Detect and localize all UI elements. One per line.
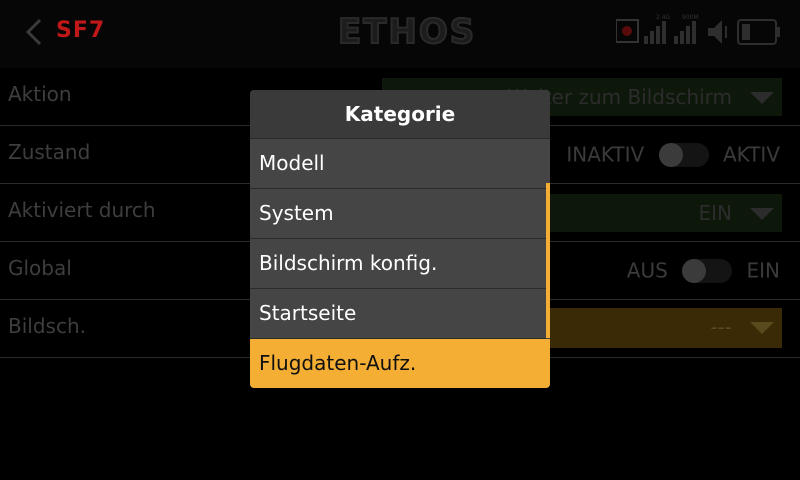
back-arrow-icon[interactable]	[20, 12, 50, 52]
dropdown-value: ---	[710, 315, 732, 339]
page-title: SF7	[56, 18, 106, 43]
toggle-switch[interactable]	[682, 258, 733, 283]
row-label: Aktiviert durch	[8, 198, 156, 222]
category-item-flugdaten[interactable]: Flugdaten-Aufz.	[250, 339, 550, 388]
battery-icon	[737, 19, 780, 45]
volume-icon	[708, 20, 727, 44]
category-popup: Kategorie Modell System Bildschirm konfi…	[250, 90, 550, 388]
category-item-modell[interactable]: Modell	[250, 139, 546, 189]
row-label: Zustand	[8, 140, 91, 164]
toggle-off-label: INAKTIV	[566, 142, 645, 167]
rssi-900m-icon: 900M	[674, 14, 699, 44]
dropdown-value: EIN	[698, 201, 733, 225]
toggle-switch[interactable]	[658, 142, 709, 167]
record-icon	[616, 19, 639, 43]
zustand-toggle[interactable]: INAKTIV AKTIV	[566, 141, 780, 167]
rssi-900m-label: 900M	[682, 14, 699, 21]
top-bar: SF7 ETHOS 2.4G 900M	[0, 0, 800, 68]
category-item-bildschirm-konfig[interactable]: Bildschirm konfig.	[250, 239, 546, 289]
popup-scrollbar[interactable]	[546, 183, 550, 338]
toggle-on-label: EIN	[746, 258, 781, 283]
row-label: Global	[8, 256, 72, 280]
chevron-down-icon	[750, 92, 774, 104]
row-label: Aktion	[8, 82, 72, 106]
status-icons: 2.4G 900M	[616, 14, 780, 45]
toggle-off-label: AUS	[626, 258, 668, 283]
chevron-down-icon	[750, 208, 774, 220]
popup-title: Kategorie	[250, 90, 550, 139]
category-item-startseite[interactable]: Startseite	[250, 289, 546, 339]
rssi-2g4-icon: 2.4G	[644, 14, 671, 44]
chevron-down-icon	[750, 322, 774, 334]
toggle-on-label: AKTIV	[722, 142, 780, 167]
brand-logo: ETHOS	[337, 11, 477, 53]
rssi-2g4-label: 2.4G	[656, 14, 671, 21]
category-item-system[interactable]: System	[250, 189, 546, 239]
row-label: Bildsch.	[8, 314, 86, 338]
global-toggle[interactable]: AUS EIN	[627, 257, 780, 283]
